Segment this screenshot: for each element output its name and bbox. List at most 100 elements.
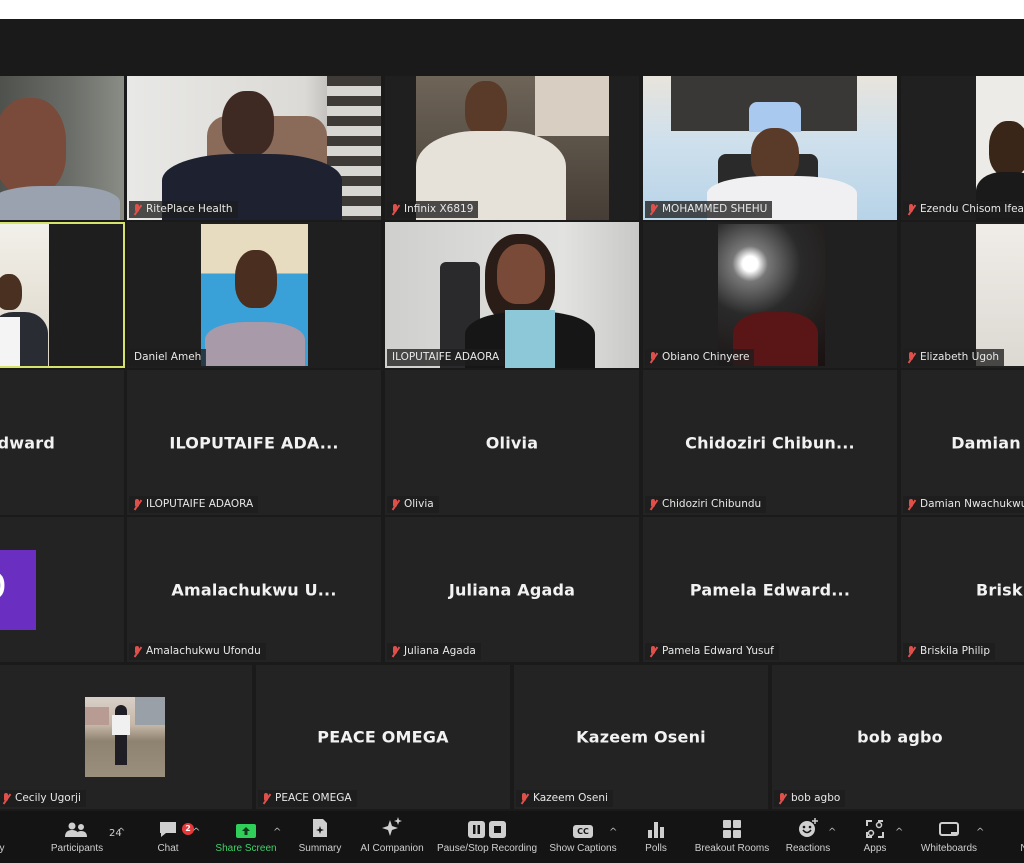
recording-button[interactable]: Pause/Stop Recording bbox=[436, 811, 538, 863]
participant-tile[interactable]: Damian Damian Nwachukwu bbox=[901, 370, 1024, 515]
participant-tile[interactable] bbox=[0, 76, 124, 220]
participant-name: Chidoziri Chibundu bbox=[662, 498, 762, 510]
scarf bbox=[505, 310, 555, 368]
ai-companion-sparkle-icon bbox=[382, 817, 402, 836]
ai-icon-wrap bbox=[381, 811, 403, 841]
captions-label: Show Captions bbox=[549, 843, 617, 854]
polls-icon-wrap bbox=[648, 811, 664, 841]
apps-label: Apps bbox=[863, 843, 887, 854]
participant-tile[interactable]: Chidoziri Chibun... Chidoziri Chibundu bbox=[643, 370, 897, 515]
chat-label: Chat bbox=[157, 843, 179, 854]
participant-tile[interactable]: Juliana Agada Juliana Agada bbox=[385, 517, 639, 662]
name-label: Briskila Philip bbox=[903, 643, 995, 660]
reactions-button[interactable]: Reactions bbox=[784, 811, 832, 863]
participant-name: Amalachukwu Ufondu bbox=[146, 645, 261, 657]
participant-tile[interactable]: Amalachukwu U... Amalachukwu Ufondu bbox=[127, 517, 381, 662]
participant-tile[interactable]: Cecily Ugorji bbox=[0, 665, 252, 809]
participant-name: RitePlace Health bbox=[146, 203, 233, 215]
meeting-toolbar: y 24 Participants ^ 2 Chat ^ Share Scree… bbox=[0, 811, 1024, 863]
summary-label: Summary bbox=[298, 843, 342, 854]
name-label: Infinix X6819 bbox=[387, 201, 479, 218]
gallery-view: RitePlace Health Infinix X6819 MOHAMMED … bbox=[0, 19, 1024, 811]
reactions-caret-icon[interactable]: ^ bbox=[828, 827, 836, 838]
name-label: Cecily Ugorji bbox=[0, 790, 86, 807]
participant-tile[interactable]: Kazeem Oseni Kazeem Oseni bbox=[514, 665, 768, 809]
participant-tile[interactable]: Ezendu Chisom Ifeany bbox=[901, 76, 1024, 220]
participants-label: Participants bbox=[50, 843, 104, 854]
video-feed bbox=[976, 224, 1024, 366]
participant-name: Elizabeth Ugoh bbox=[920, 351, 1000, 363]
show-captions-button[interactable]: CC Show Captions bbox=[548, 811, 618, 863]
security-button[interactable]: y bbox=[0, 811, 8, 863]
apps-button[interactable]: Apps bbox=[858, 811, 892, 863]
mic-muted-icon bbox=[519, 792, 529, 805]
summary-icon-wrap bbox=[312, 811, 328, 841]
participant-tile[interactable]: ILOPUTAIFE ADAORA bbox=[385, 222, 639, 368]
participant-name: Juliana Agada bbox=[404, 645, 476, 657]
participant-tile[interactable]: Daniel Ameh bbox=[127, 222, 381, 368]
mic-muted-icon bbox=[648, 645, 658, 658]
participant-display-name: bob agbo bbox=[857, 727, 943, 747]
mic-muted-icon bbox=[906, 351, 916, 364]
chat-button[interactable]: 2 Chat bbox=[148, 811, 194, 863]
share-caret-icon[interactable]: ^ bbox=[273, 827, 281, 838]
recording-icon-wrap bbox=[468, 811, 506, 841]
participant-tile[interactable]: Edward bbox=[0, 370, 124, 515]
name-label: Damian Nwachukwu bbox=[903, 496, 1024, 513]
profile-photo bbox=[85, 697, 165, 777]
participant-tile[interactable]: PEACE OMEGA PEACE OMEGA bbox=[256, 665, 510, 809]
more-label: N bbox=[1020, 843, 1024, 854]
share-screen-label: Share Screen bbox=[215, 843, 277, 854]
participant-tile[interactable]: ILOPUTAIFE ADA... ILOPUTAIFE ADAORA bbox=[127, 370, 381, 515]
name-label: ILOPUTAIFE ADAORA bbox=[387, 349, 505, 366]
avatar-letter: D bbox=[0, 564, 7, 610]
participant-tile[interactable]: Elizabeth Ugoh bbox=[901, 222, 1024, 368]
participants-button[interactable]: 24 Participants bbox=[46, 811, 122, 863]
whiteboards-icon bbox=[939, 822, 959, 836]
participant-name: Pamela Edward Yusuf bbox=[662, 645, 774, 657]
active-speaker-tile[interactable] bbox=[0, 222, 125, 368]
chat-caret-icon[interactable]: ^ bbox=[192, 827, 200, 838]
participant-body bbox=[0, 186, 120, 220]
share-screen-button[interactable]: Share Screen bbox=[212, 811, 280, 863]
summary-button[interactable]: Summary bbox=[296, 811, 344, 863]
breakout-rooms-button[interactable]: Breakout Rooms bbox=[694, 811, 770, 863]
participant-tile[interactable]: Infinix X6819 bbox=[385, 76, 639, 220]
mic-muted-icon bbox=[648, 351, 658, 364]
breakout-label: Breakout Rooms bbox=[694, 843, 770, 854]
participant-tile[interactable]: Obiano Chinyere bbox=[643, 222, 897, 368]
participant-tile[interactable]: RitePlace Health bbox=[127, 76, 381, 220]
captions-caret-icon[interactable]: ^ bbox=[609, 827, 617, 838]
top-white-strip bbox=[0, 0, 1024, 19]
whiteboards-button[interactable]: Whiteboards bbox=[918, 811, 980, 863]
polls-button[interactable]: Polls bbox=[638, 811, 674, 863]
participant-name: Obiano Chinyere bbox=[662, 351, 750, 363]
participant-face bbox=[222, 91, 274, 156]
polls-icon bbox=[648, 822, 664, 838]
participant-tile[interactable]: Olivia Olivia bbox=[385, 370, 639, 515]
participant-tile[interactable]: Briskil Briskila Philip bbox=[901, 517, 1024, 662]
mic-muted-icon bbox=[1, 792, 11, 805]
participant-name: bob agbo bbox=[791, 792, 841, 804]
mic-muted-icon bbox=[906, 645, 916, 658]
more-button[interactable]: N bbox=[1014, 811, 1024, 863]
participant-tile[interactable]: Pamela Edward... Pamela Edward Yusuf bbox=[643, 517, 897, 662]
summary-icon bbox=[313, 819, 327, 837]
participant-tile[interactable]: bob agbo bob agbo bbox=[772, 665, 1024, 809]
participant-display-name: Chidoziri Chibun... bbox=[685, 433, 855, 452]
participant-display-name: Kazeem Oseni bbox=[576, 727, 706, 747]
participant-display-name: Briskil bbox=[976, 580, 1024, 599]
person bbox=[115, 705, 127, 765]
name-label: Chidoziri Chibundu bbox=[645, 496, 767, 513]
name-label: Amalachukwu Ufondu bbox=[129, 643, 266, 660]
whiteboards-icon-wrap bbox=[939, 811, 959, 841]
participant-tile[interactable]: MOHAMMED SHEHU bbox=[643, 76, 897, 220]
participant-tile[interactable]: D bbox=[0, 517, 124, 662]
whiteboards-caret-icon[interactable]: ^ bbox=[976, 827, 984, 838]
participant-body bbox=[205, 322, 305, 366]
polls-label: Polls bbox=[645, 843, 667, 854]
apps-caret-icon[interactable]: ^ bbox=[895, 827, 903, 838]
participants-caret-icon[interactable]: ^ bbox=[117, 827, 125, 838]
ai-companion-button[interactable]: AI Companion bbox=[358, 811, 426, 863]
participant-face bbox=[751, 128, 799, 183]
